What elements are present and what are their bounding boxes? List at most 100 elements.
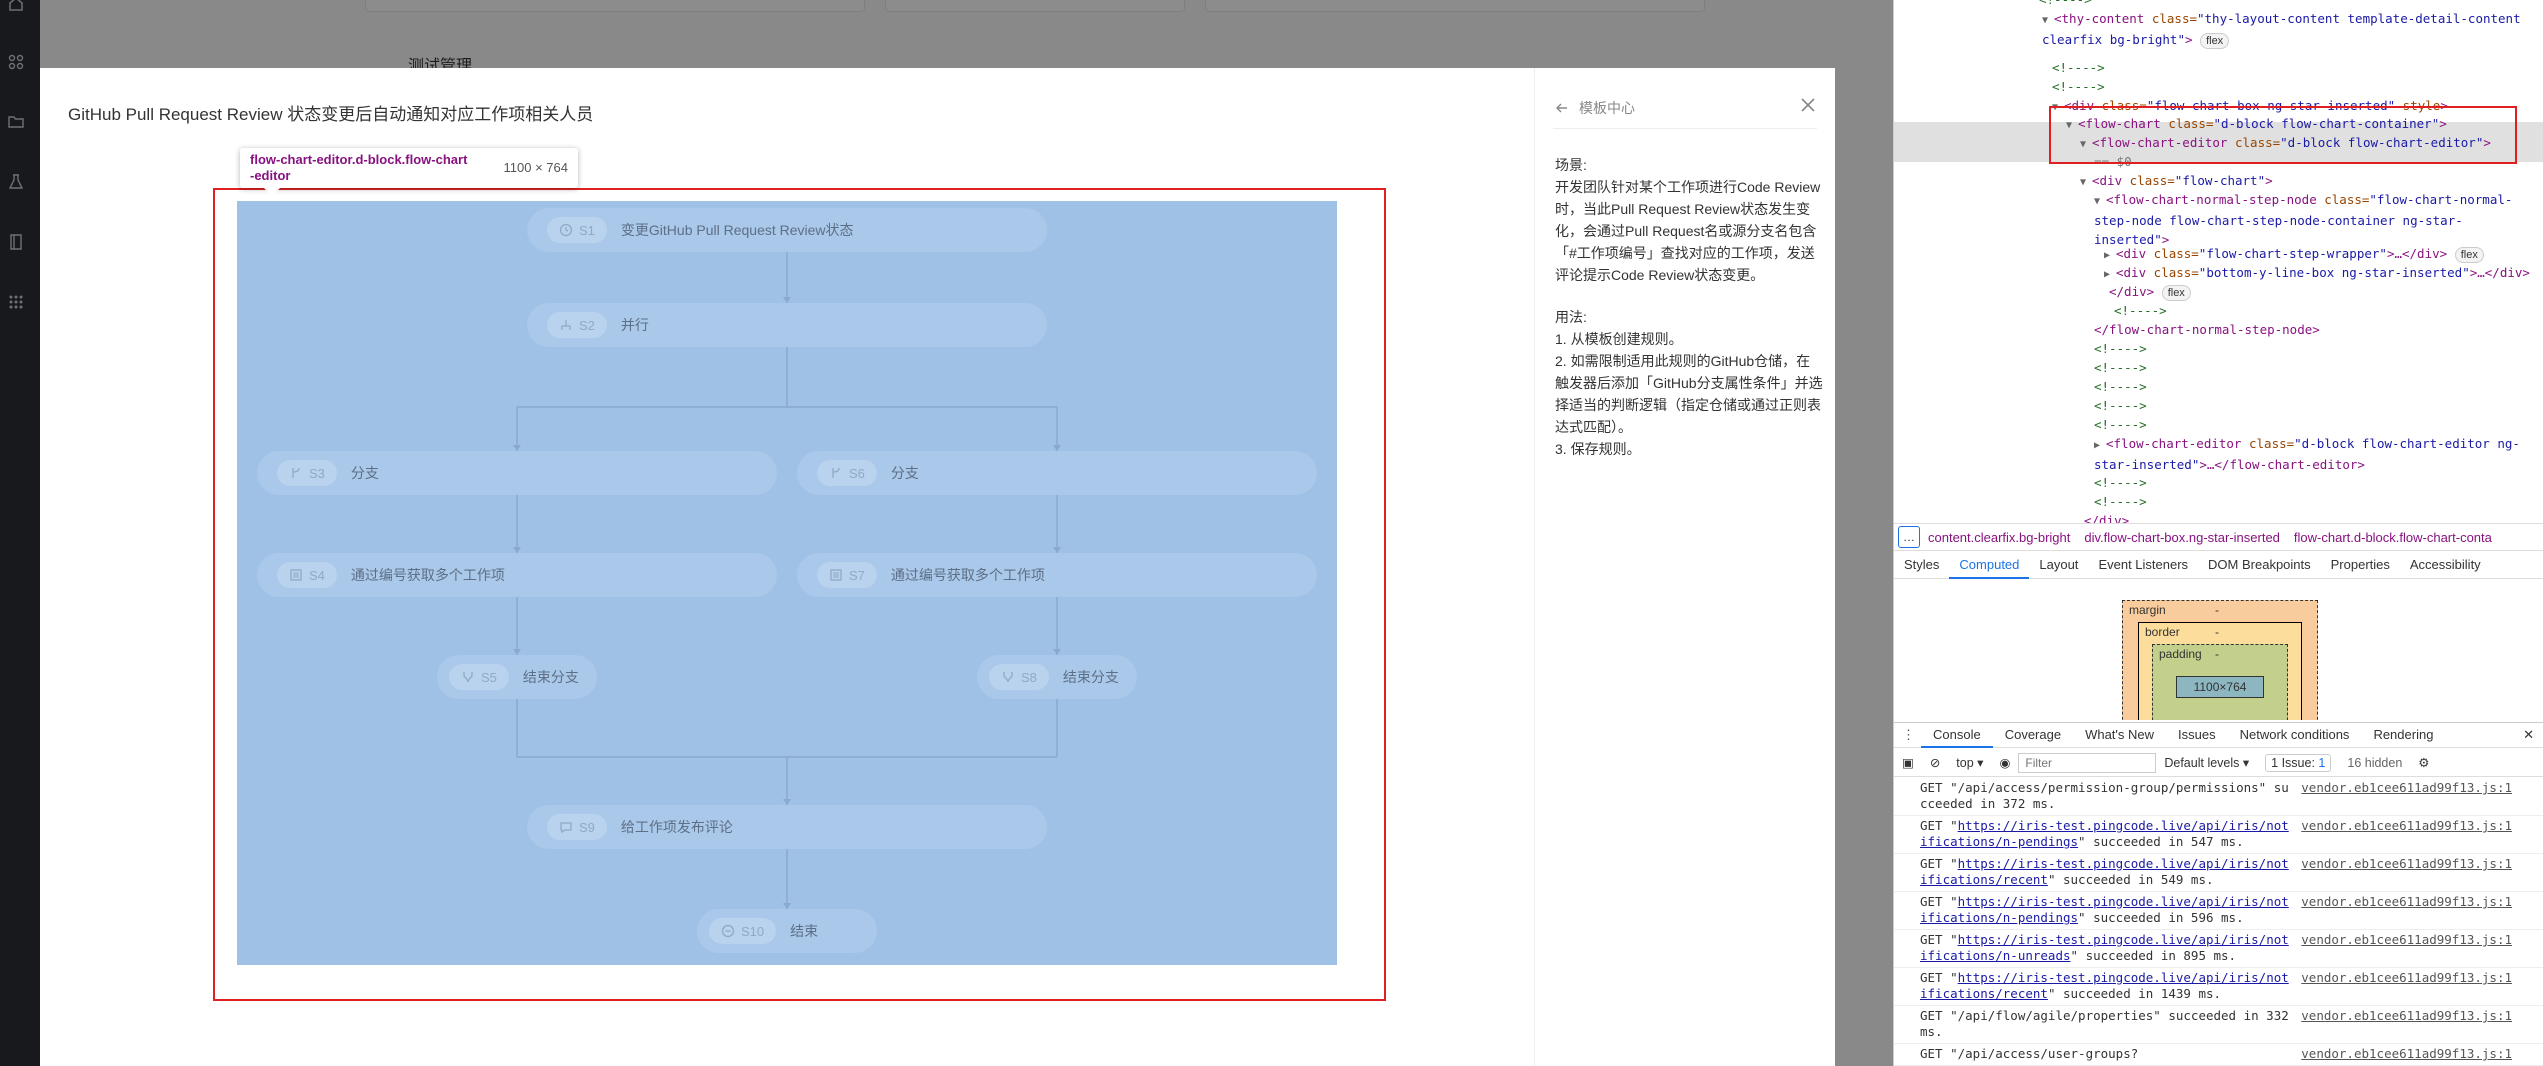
list-icon	[830, 569, 842, 581]
comment-icon	[560, 822, 572, 834]
dom-line[interactable]: ▶ <flow-chart-editor class="d-block flow-…	[2094, 434, 2536, 474]
tab-layout[interactable]: Layout	[2029, 551, 2088, 579]
devtools-panel: <!---->▼<thy-content class="thy-layout-c…	[1893, 0, 2543, 1066]
flow-node-s1[interactable]: S1 变更GitHub Pull Request Review状态	[527, 208, 1047, 252]
flow-node-s5[interactable]: S5 结束分支	[437, 655, 597, 699]
issues-button[interactable]: 1 Issue: 1	[2265, 753, 2332, 772]
log-source-link[interactable]: vendor.eb1cee611ad99f13.js:1	[2301, 1046, 2512, 1062]
flow-chart-editor[interactable]: S1 变更GitHub Pull Request Review状态 S2 并行 …	[237, 201, 1337, 965]
console-log-entry: GET "/api/flow/agile/properties" succeed…	[1894, 1006, 2543, 1044]
console-log-entry: GET "/api/access/permission-group/permis…	[1894, 778, 2543, 816]
log-source-link[interactable]: vendor.eb1cee611ad99f13.js:1	[2301, 970, 2512, 986]
log-source-link[interactable]: vendor.eb1cee611ad99f13.js:1	[2301, 894, 2512, 910]
clear-console-icon[interactable]: ⊘	[1930, 755, 1940, 770]
flow-node-s10[interactable]: S10 结束	[697, 909, 877, 953]
back-to-templates-link[interactable]: 模板中心	[1555, 98, 1635, 118]
settings-gear-icon[interactable]: ⚙	[2418, 755, 2429, 770]
usage-title: 用法:	[1555, 309, 1587, 325]
log-levels-dropdown[interactable]: Default levels ▾	[2164, 755, 2249, 771]
dom-line[interactable]: </div>	[2084, 511, 2129, 523]
dom-line[interactable]: <!---->	[2052, 58, 2105, 77]
flow-node-s8[interactable]: S8 结束分支	[977, 655, 1137, 699]
step-badge: S4	[277, 562, 337, 588]
tab-dom-breakpoints[interactable]: DOM Breakpoints	[2198, 551, 2321, 579]
dom-line[interactable]: </flow-chart-normal-step-node>	[2094, 320, 2320, 339]
dom-line[interactable]: ▼ <flow-chart-normal-step-node class="flo…	[2094, 190, 2536, 249]
breadcrumb-more-button[interactable]: …	[1898, 526, 1920, 548]
log-source-link[interactable]: vendor.eb1cee611ad99f13.js:1	[2301, 780, 2512, 796]
console-log-entry: GET "https://iris-test.pingcode.live/api…	[1894, 854, 2543, 892]
step-badge: S6	[817, 460, 877, 486]
log-source-link[interactable]: vendor.eb1cee611ad99f13.js:1	[2301, 1008, 2512, 1024]
dom-line[interactable]: ▶ <div class="flow-chart-step-wrapper">…<…	[2104, 244, 2536, 265]
tab-event-listeners[interactable]: Event Listeners	[2088, 551, 2198, 579]
log-source-link[interactable]: vendor.eb1cee611ad99f13.js:1	[2301, 856, 2512, 872]
elements-dom-tree[interactable]: <!---->▼<thy-content class="thy-layout-c…	[1894, 0, 2543, 523]
context-selector[interactable]: top ▾	[1956, 755, 1983, 771]
tab-styles[interactable]: Styles	[1894, 551, 1949, 579]
console-filter-input[interactable]	[2018, 752, 2157, 773]
breadcrumb-item[interactable]: flow-chart.d-block.flow-chart-conta	[2294, 530, 2492, 545]
dom-line[interactable]: <!---->	[2094, 377, 2147, 396]
box-model-diagram: margin - border - padding - 1100×764	[1894, 580, 2543, 720]
flow-node-s4[interactable]: S4 通过编号获取多个工作项	[257, 553, 777, 597]
drawer-tab-console[interactable]: Console	[1921, 722, 1993, 748]
step-badge: S2	[547, 312, 607, 338]
dom-line[interactable]: <!---->	[2094, 358, 2147, 377]
log-source-link[interactable]: vendor.eb1cee611ad99f13.js:1	[2301, 932, 2512, 948]
node-label: 通过编号获取多个工作项	[350, 567, 505, 583]
dom-line[interactable]: ▼ <div class="flow-chart">	[2080, 171, 2536, 192]
tooltip-selector: flow-chart-editor.d-block.flow-chart-edi…	[250, 152, 468, 183]
log-source-link[interactable]: vendor.eb1cee611ad99f13.js:1	[2301, 818, 2512, 834]
log-message: GET "https://iris-test.pingcode.live/api…	[1920, 856, 2289, 887]
dom-highlight-box	[2049, 106, 2517, 164]
drawer-tab-rendering[interactable]: Rendering	[2361, 722, 2445, 748]
dom-line[interactable]: </div> flex	[2109, 282, 2191, 301]
console-log-entry: GET "https://iris-test.pingcode.live/api…	[1894, 930, 2543, 968]
breadcrumb-item[interactable]: content.clearfix.bg-bright	[1928, 530, 2070, 545]
log-message: GET "https://iris-test.pingcode.live/api…	[1920, 970, 2289, 1001]
dom-line[interactable]: <!---->	[2094, 492, 2147, 511]
box-model-content: 1100×764	[2176, 676, 2264, 698]
drawer-tab-coverage[interactable]: Coverage	[1993, 722, 2073, 748]
dom-line[interactable]: <!---->	[2094, 339, 2147, 358]
dom-line[interactable]: <!---->	[2114, 301, 2167, 320]
console-toolbar: ▣ ⊘ top ▾ ◉ Default levels ▾ 1 Issue: 1 …	[1894, 749, 2543, 777]
dom-line[interactable]: <!---->	[2052, 77, 2105, 96]
node-label: 结束分支	[1062, 669, 1119, 685]
log-message: GET "https://iris-test.pingcode.live/api…	[1920, 818, 2289, 849]
node-label: 并行	[620, 317, 649, 333]
flow-chart-area: GitHub Pull Request Review 状态变更后自动通知对应工作…	[40, 68, 1534, 1066]
step-badge: S5	[449, 664, 509, 690]
log-message: GET "/api/access/user-groups?	[1920, 1046, 2139, 1061]
drawer-tab-issues[interactable]: Issues	[2166, 722, 2228, 748]
flow-node-s9[interactable]: S9 给工作项发布评论	[527, 805, 1047, 849]
log-message: GET "https://iris-test.pingcode.live/api…	[1920, 932, 2289, 963]
close-drawer-icon[interactable]: ✕	[2523, 727, 2534, 743]
tab-accessibility[interactable]: Accessibility	[2400, 551, 2491, 579]
drawer-tab-what-s-new[interactable]: What's New	[2073, 722, 2166, 748]
dom-line[interactable]: <!---->	[2094, 473, 2147, 492]
dom-line[interactable]: <!---->	[2039, 0, 2092, 9]
dom-line[interactable]: ▼ <thy-content class="thy-layout-content …	[2042, 9, 2536, 49]
sidebar-toggle-icon[interactable]: ▣	[1902, 755, 1914, 770]
console-log: GET "/api/access/permission-group/permis…	[1894, 778, 2543, 1066]
drawer-menu-icon[interactable]: ⋮	[1902, 727, 1915, 743]
breadcrumb-item[interactable]: div.flow-chart-box.ng-star-inserted	[2084, 530, 2280, 545]
tab-computed[interactable]: Computed	[1949, 551, 2030, 579]
dom-line[interactable]: <!---->	[2094, 415, 2147, 434]
live-expression-icon[interactable]: ◉	[1999, 755, 2010, 770]
branch-icon	[832, 467, 840, 478]
tab-properties[interactable]: Properties	[2321, 551, 2400, 579]
drawer-tab-network-conditions[interactable]: Network conditions	[2228, 722, 2362, 748]
flow-node-s7[interactable]: S7 通过编号获取多个工作项	[797, 553, 1317, 597]
step-badge: S10	[709, 918, 777, 944]
dom-line[interactable]: <!---->	[2094, 396, 2147, 415]
template-side-panel: 模板中心 场景: 开发团队针对某个工作项进行Code Review时，当此Pul…	[1534, 68, 1835, 1066]
flow-node-s2[interactable]: S2 并行	[527, 303, 1047, 347]
node-label: 结束	[790, 923, 819, 939]
flow-node-s3[interactable]: S3 分支	[257, 451, 777, 495]
flow-node-s6[interactable]: S6 分支	[797, 451, 1317, 495]
close-icon[interactable]	[1799, 96, 1817, 114]
dom-line[interactable]: ▶ <div class="bottom-y-line-box ng-star-i…	[2104, 263, 2536, 284]
